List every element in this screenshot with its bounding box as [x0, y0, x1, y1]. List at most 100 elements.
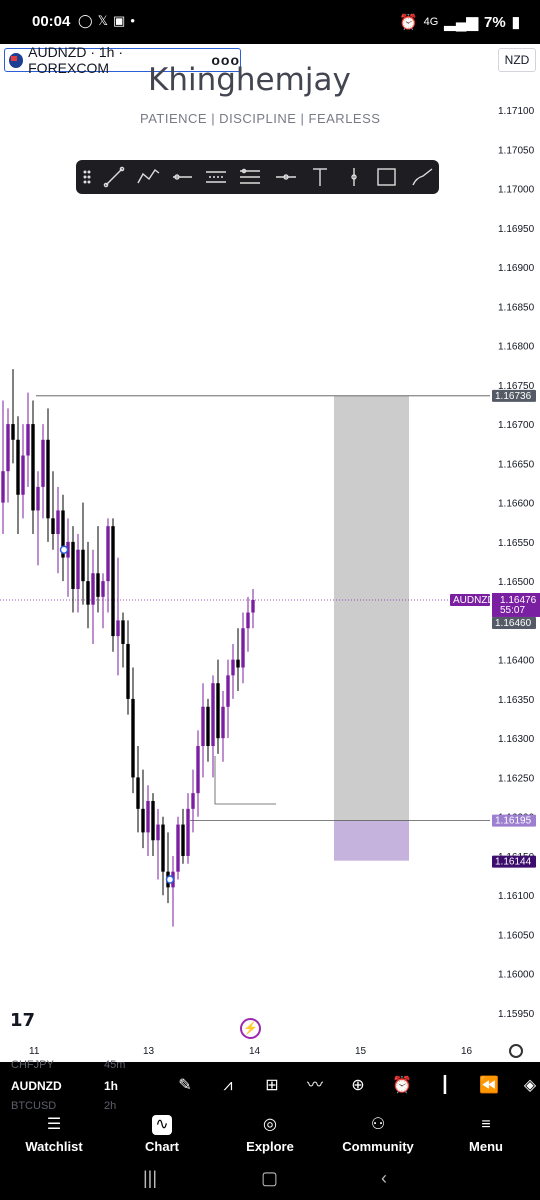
nav-community[interactable]: ⚇ Community	[338, 1112, 418, 1162]
price-label-stop: 1.16144	[495, 857, 532, 868]
candle-body	[36, 486, 40, 511]
bottom-nav: ☰ Watchlist ∿ Chart ◎ Explore ⚇ Communit…	[0, 1112, 540, 1162]
watermark-subtitle: PATIENCE | DISCIPLINE | FEARLESS	[140, 111, 381, 126]
x-icon: 𝕏	[97, 13, 109, 28]
parallel-channel-icon[interactable]	[206, 171, 226, 183]
recents-icon[interactable]: |||	[143, 1168, 157, 1189]
add-icon[interactable]: ⊕	[347, 1075, 369, 1097]
brush-icon[interactable]	[412, 168, 433, 186]
ghost-symbol: BTCUSD	[11, 1100, 57, 1112]
candle-body	[111, 526, 115, 637]
price-tick: 1.16850	[498, 302, 535, 313]
candle-body	[151, 800, 155, 841]
nav-label: Community	[342, 1139, 414, 1154]
layout-icon[interactable]: ⊞	[261, 1075, 283, 1097]
drawing-toolbar[interactable]	[76, 160, 439, 194]
gallery-icon: ▣	[113, 13, 126, 28]
chart-type-icon[interactable]: ┃	[434, 1075, 456, 1097]
text-tool-icon[interactable]	[313, 168, 327, 186]
price-tick: 1.16900	[498, 263, 535, 274]
chart-icon: ∿	[152, 1115, 172, 1135]
price-tick: 1.16300	[498, 734, 535, 745]
candle-body	[161, 824, 165, 872]
strip-timeframe[interactable]: 1h	[104, 1079, 118, 1093]
compass-icon: ◎	[263, 1116, 277, 1133]
price-tick: 1.17000	[498, 185, 535, 196]
ghost-symbol: CHFJPY	[11, 1059, 54, 1071]
dot-icon: •	[130, 13, 135, 28]
price-tick: 1.17100	[498, 106, 535, 117]
price-tick: 1.16950	[498, 224, 535, 235]
candle-body	[46, 439, 50, 519]
trend-line-icon[interactable]	[103, 166, 125, 188]
x-tick: 14	[249, 1046, 261, 1057]
x-tick: 16	[461, 1046, 473, 1057]
nav-label: Watchlist	[25, 1139, 83, 1154]
price-tick: 1.15950	[498, 1009, 535, 1020]
chart-canvas[interactable]: 1.17100 1.17050 1.17000 1.16950 1.16900 1.168…	[0, 44, 540, 1062]
candle-body	[211, 683, 215, 747]
home-icon[interactable]: ▢	[261, 1168, 278, 1189]
vertical-line-icon[interactable]	[351, 168, 357, 186]
candle-body	[231, 659, 235, 676]
layers-icon[interactable]: ◈	[519, 1075, 540, 1097]
candle-body	[246, 612, 250, 629]
price-label-countdown: 55:07	[500, 605, 525, 616]
battery-icon: ▮	[511, 14, 520, 31]
status-right: ⏰ 4G ▂▄▆ 7% ▮	[398, 13, 520, 32]
back-icon[interactable]: ‹	[381, 1168, 387, 1189]
nav-label: Explore	[246, 1139, 294, 1154]
horizontal-ray-icon[interactable]	[173, 174, 192, 180]
rectangle-icon[interactable]	[377, 168, 396, 186]
candle-body	[136, 777, 140, 809]
strip-symbol[interactable]: AUDNZD	[11, 1079, 62, 1093]
candle-body	[11, 424, 15, 440]
nav-explore[interactable]: ◎ Explore	[243, 1112, 297, 1162]
settings-gear-icon[interactable]	[509, 1044, 523, 1058]
currency-button[interactable]: NZD	[498, 48, 536, 72]
x-tick: 11	[29, 1046, 40, 1057]
horizontal-line-icon[interactable]	[276, 174, 296, 180]
candle-body	[91, 573, 95, 605]
battery-percent: 7%	[484, 13, 506, 31]
price-tick: 1.16650	[498, 459, 535, 470]
replay-icon[interactable]: ⏪	[478, 1075, 500, 1097]
price-tick: 1.17050	[498, 145, 535, 156]
regression-trend-icon[interactable]	[240, 168, 260, 184]
candle-body	[116, 620, 120, 637]
candle-body	[21, 455, 25, 495]
alarm-icon: ⏰	[398, 14, 418, 31]
people-icon: ⚇	[370, 1116, 386, 1133]
candle-body	[51, 518, 55, 535]
compare-icon[interactable]: 〰	[304, 1075, 326, 1097]
chart-area[interactable]: 1.17100 1.17050 1.17000 1.16950 1.16900 1.168…	[0, 44, 540, 1062]
watchlist-strip[interactable]: CHFJPY 45m AUDNZD 1h BTCUSD 2h ✎ ⩘ ⊞ 〰 ⊕…	[0, 1059, 540, 1112]
candle-body	[186, 808, 190, 856]
candle-body	[156, 824, 160, 841]
candle-body	[251, 599, 255, 613]
price-tick: 1.16400	[498, 656, 535, 667]
candle-body	[96, 573, 100, 597]
candle-body	[106, 526, 110, 582]
nav-watchlist[interactable]: ☰ Watchlist	[24, 1112, 84, 1162]
nav-menu[interactable]: ≡ Menu	[464, 1112, 508, 1162]
alert-icon[interactable]: ⏰	[391, 1075, 413, 1097]
candle-body	[56, 510, 60, 535]
price-tick: 1.16500	[498, 577, 535, 588]
path-icon[interactable]	[137, 168, 160, 184]
drag-handle-icon[interactable]	[83, 170, 91, 184]
hamburger-icon: ≡	[481, 1116, 491, 1133]
brush-icon[interactable]: ✎	[174, 1075, 196, 1097]
flash-icon[interactable]: ⚡	[240, 1018, 261, 1039]
nav-chart[interactable]: ∿ Chart	[138, 1112, 186, 1162]
indicators-icon[interactable]: ⩘	[217, 1075, 239, 1097]
price-tick: 1.16250	[498, 773, 535, 784]
price-tick: 1.16800	[498, 342, 535, 353]
price-label-level: 1.16736	[495, 391, 532, 402]
price-label-symbol: AUDNZD	[453, 595, 495, 606]
candle-body	[126, 643, 130, 699]
price-tick: 1.16350	[498, 695, 535, 706]
watermark-title: Khinghemjay	[148, 62, 351, 98]
candle-body	[181, 824, 185, 856]
candle-body	[26, 424, 30, 456]
